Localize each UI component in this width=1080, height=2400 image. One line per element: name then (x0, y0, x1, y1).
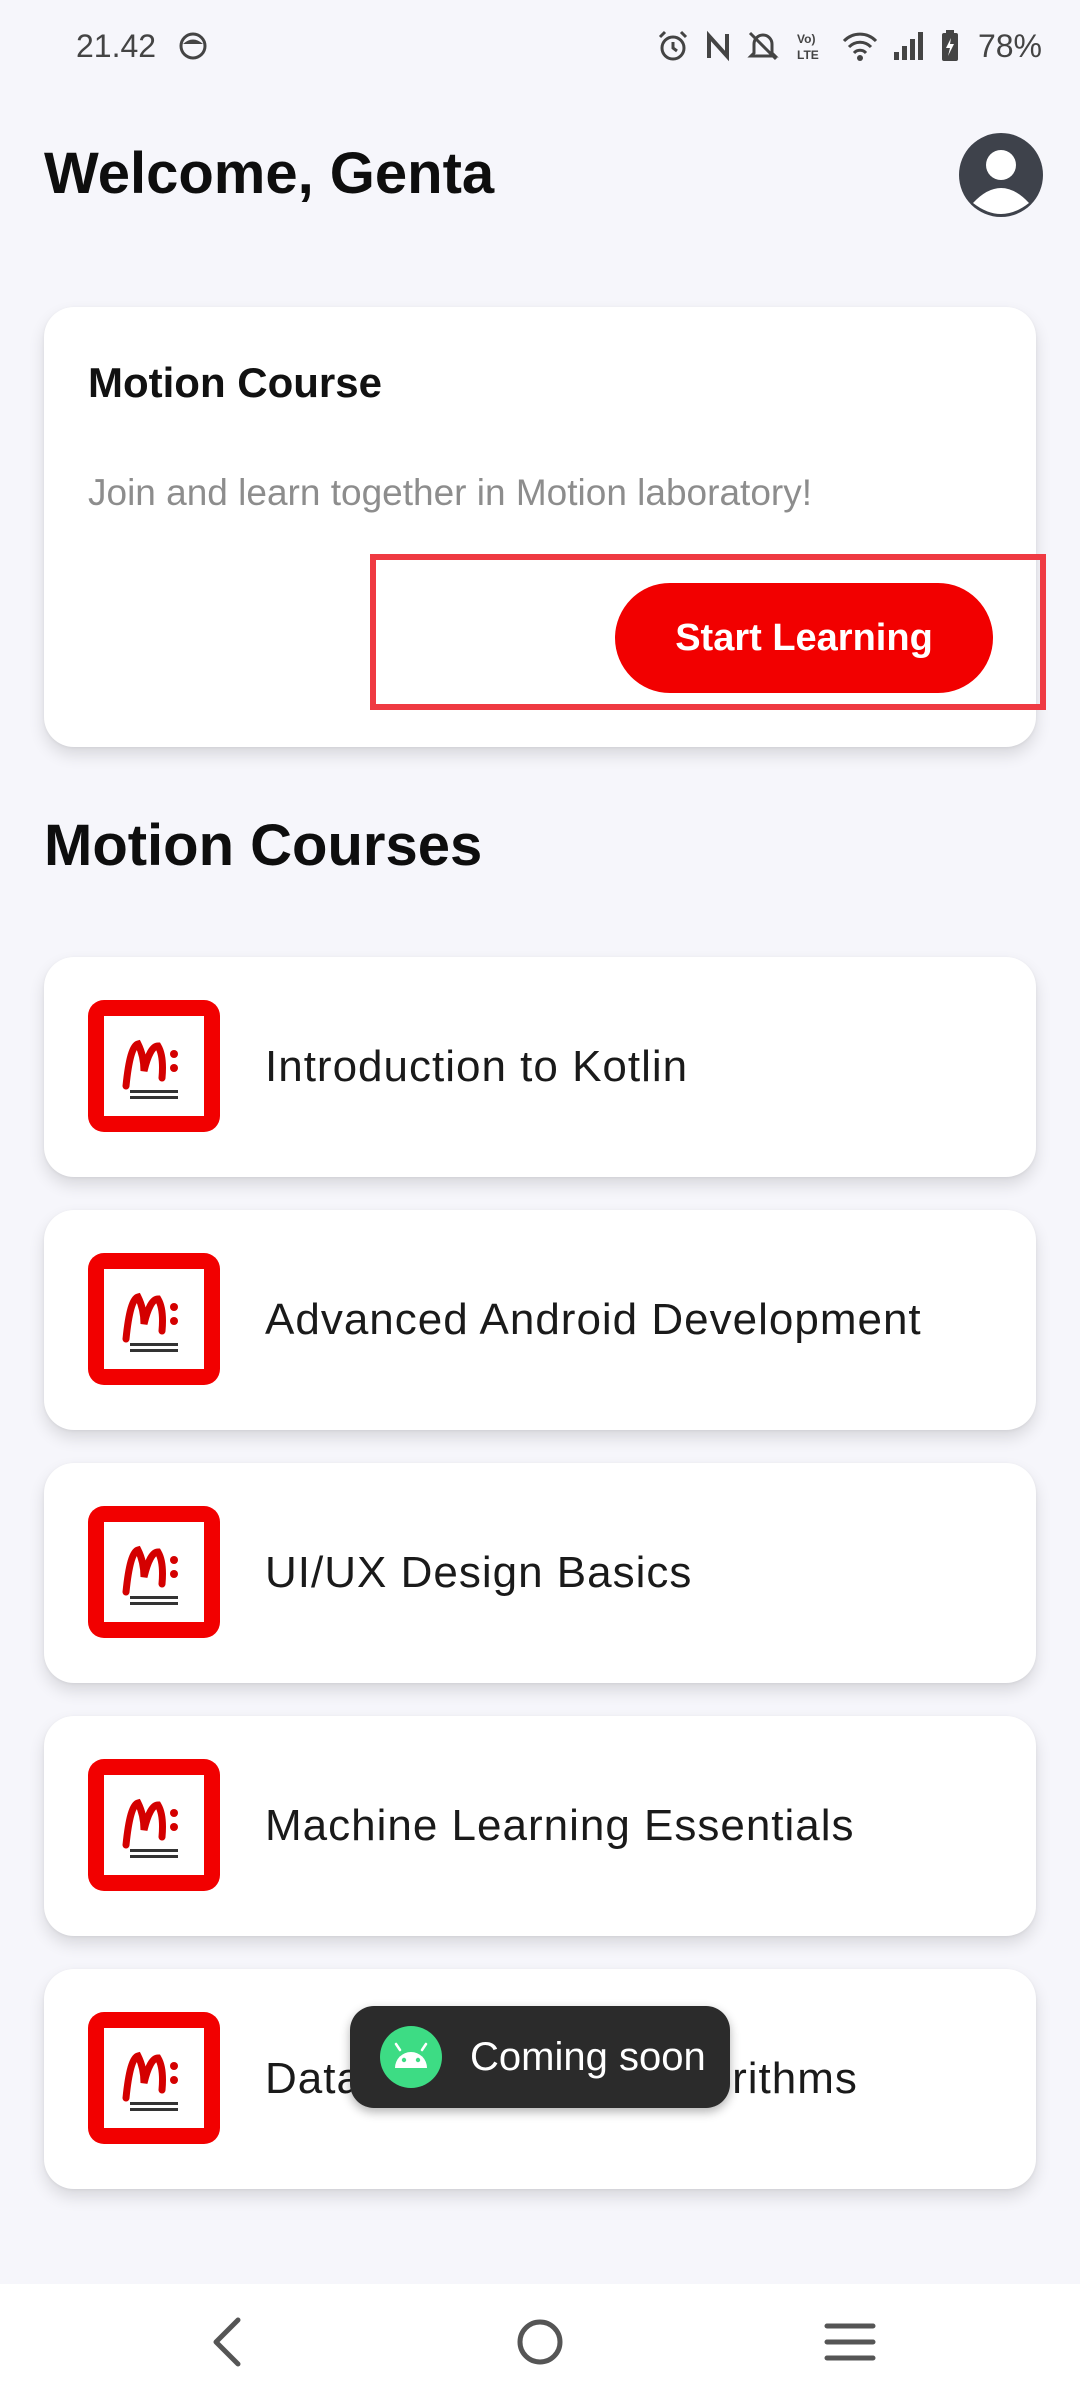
svg-text:LTE: LTE (797, 48, 819, 62)
toast: Coming soon (350, 2006, 730, 2108)
course-card[interactable]: Introduction to Kotlin (44, 957, 1036, 1177)
motion-logo-icon (88, 2012, 220, 2144)
start-learning-button[interactable]: Start Learning (615, 583, 993, 693)
header: Welcome, Genta (44, 130, 1043, 222)
signal-icon (892, 30, 926, 62)
course-name: UI/UX Design Basics (265, 1548, 693, 1597)
status-right: Vo) LTE 78% (656, 28, 1042, 65)
status-time: 21.42 (76, 27, 157, 64)
back-icon[interactable] (183, 2306, 273, 2378)
section-title: Motion Courses (44, 813, 483, 878)
welcome-title: Welcome, Genta (44, 141, 495, 206)
course-card[interactable]: Advanced Android Development (44, 1210, 1036, 1430)
home-icon[interactable] (495, 2306, 585, 2378)
motion-logo-icon (88, 1759, 220, 1891)
wifi-icon (842, 30, 878, 62)
alarm-icon (656, 29, 690, 63)
hero-title: Motion Course (88, 359, 382, 406)
hero-subtitle: Join and learn together in Motion labora… (88, 472, 812, 513)
account-circle-icon[interactable] (959, 133, 1043, 217)
svg-text:Vo): Vo) (797, 32, 815, 46)
course-name: Machine Learning Essentials (265, 1801, 855, 1850)
hero-card: Motion Course Join and learn together in… (44, 307, 1036, 747)
nfc-icon (704, 30, 732, 62)
motion-logo-icon (88, 1506, 220, 1638)
system-nav-bar (0, 2284, 1080, 2400)
motion-logo-icon (88, 1000, 220, 1132)
recents-icon[interactable] (805, 2306, 895, 2378)
face-icon (178, 31, 208, 61)
battery-percent: 78% (977, 27, 1042, 64)
battery-icon (940, 29, 960, 63)
mute-icon (746, 29, 780, 63)
course-card[interactable]: Machine Learning Essentials (44, 1716, 1036, 1936)
status-bar: 21.42 Vo) LTE 78% (0, 0, 1080, 92)
motion-logo-icon (88, 1253, 220, 1385)
course-name: Introduction to Kotlin (265, 1042, 689, 1091)
android-icon (380, 2026, 442, 2088)
volte-icon: Vo) LTE (794, 29, 828, 63)
toast-text: Coming soon (470, 2034, 706, 2079)
course-card[interactable]: UI/UX Design Basics (44, 1463, 1036, 1683)
status-left: 21.42 (76, 28, 208, 65)
course-name: Advanced Android Development (265, 1295, 922, 1344)
